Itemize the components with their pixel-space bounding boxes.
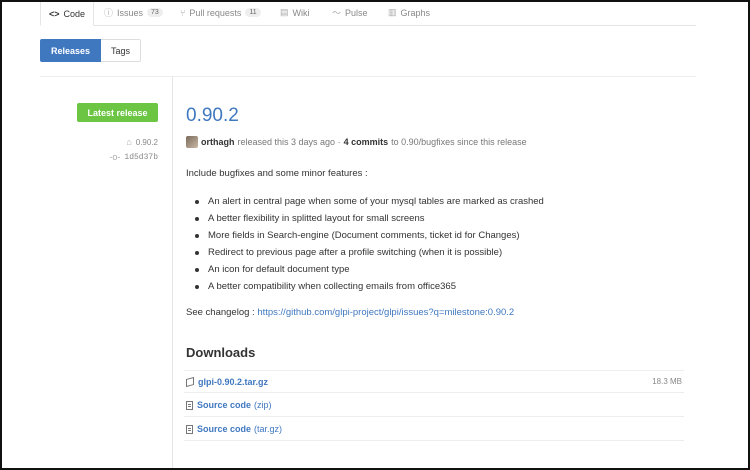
file-zip-icon [186,400,193,410]
list-item: An icon for default document type [186,262,350,277]
download-row-tarball[interactable]: glpi-0.90.2.tar.gz 18.3 MB [184,370,684,393]
tab-code-label: Code [63,8,86,19]
release-top-rule [40,76,696,77]
changelog-label: See changelog : [186,307,255,318]
tags-tab[interactable]: Tags [101,39,142,62]
list-item: More fields in Search-engine (Document c… [186,228,520,243]
release-subnav: Releases Tags [40,39,142,62]
package-icon [186,376,194,387]
issues-counter: 73 [147,8,163,17]
author-avatar[interactable] [186,136,198,148]
download-name[interactable]: Source code [197,400,251,410]
release-tag-label: 0.90.2 [135,137,158,147]
tab-graphs[interactable]: ▥ Graphs [388,0,430,25]
tab-pull-requests-label: Pull requests [189,7,242,18]
tab-issues-label: Issues [117,7,144,18]
tab-wiki[interactable]: ▤ Wiki [280,0,310,25]
list-item: A better flexibility in splitted layout … [186,211,424,226]
code-icon: <> [49,8,60,19]
graph-icon: ▥ [388,7,397,17]
git-pull-request-icon: ⑂ [180,7,186,18]
repo-nav: <> Code ⓘ Issues 73 ⑂ Pull requests 11 ▤… [40,0,696,26]
downloads-heading: Downloads [186,345,256,360]
tab-graphs-label: Graphs [400,7,431,18]
list-item: An alert in central page when some of yo… [186,194,544,209]
commits-link[interactable]: 4 commits [344,137,389,147]
release-commit[interactable]: -o- 1d5d37b [109,152,158,162]
download-size: 18.3 MB [652,377,682,386]
to-branch-text: to 0.90/bugfixes since this release [391,137,527,147]
list-item: A better compatibility when collecting e… [186,279,456,294]
changelog-line: See changelog : https://github.com/glpi-… [186,307,514,318]
issue-opened-icon: ⓘ [104,8,114,18]
release-byline: orthagh released this 3 days ago · 4 com… [186,136,527,148]
download-suffix[interactable]: (zip) [254,400,272,410]
book-icon: ▤ [280,7,289,17]
file-zip-icon [186,424,193,434]
release-intro: Include bugfixes and some minor features… [186,168,368,179]
list-item: Redirect to previous page after a profil… [186,245,502,260]
author-link[interactable]: orthagh [201,137,235,147]
tab-issues[interactable]: ⓘ Issues 73 [104,0,163,25]
git-commit-icon: -o- [109,152,121,162]
release-tag[interactable]: ⌂ 0.90.2 [126,137,158,147]
pulse-icon: 〜 [332,8,342,18]
release-meta-divider [172,77,173,470]
download-row-source-zip[interactable]: Source code (zip) [184,394,684,417]
release-title[interactable]: 0.90.2 [186,105,239,127]
tab-code[interactable]: <> Code [40,0,95,26]
latest-release-badge: Latest release [77,103,158,122]
tab-pulse[interactable]: 〜 Pulse [332,0,368,25]
download-row-source-targz[interactable]: Source code (tar.gz) [184,418,684,441]
download-name[interactable]: Source code [197,424,251,434]
download-name[interactable]: glpi-0.90.2.tar.gz [198,377,268,387]
tab-wiki-label: Wiki [292,7,310,18]
changelog-link[interactable]: https://github.com/glpi-project/glpi/iss… [257,307,514,318]
tab-pull-requests[interactable]: ⑂ Pull requests 11 [180,0,261,25]
release-commit-sha: 1d5d37b [124,152,158,162]
tag-icon: ⌂ [126,137,132,147]
pull-requests-counter: 11 [245,8,261,17]
releases-tab[interactable]: Releases [40,39,102,62]
released-text: released this 3 days ago · [237,137,341,147]
tab-pulse-label: Pulse [345,7,368,18]
download-suffix[interactable]: (tar.gz) [254,424,282,434]
